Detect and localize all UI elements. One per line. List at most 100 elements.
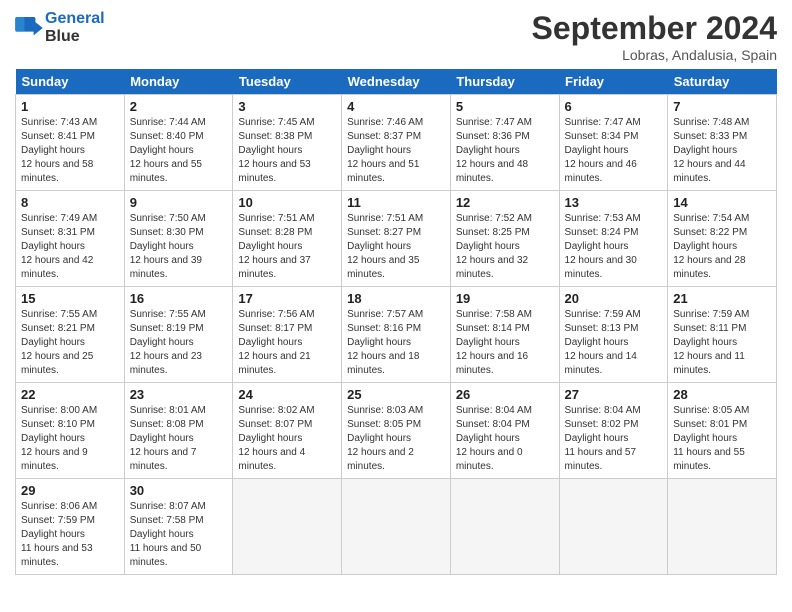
day-info: Sunrise: 7:51 AMSunset: 8:28 PMDaylight …: [238, 213, 314, 280]
day-number: 30: [130, 483, 228, 498]
day-cell-16: 16 Sunrise: 7:55 AMSunset: 8:19 PMDaylig…: [124, 287, 233, 383]
day-info: Sunrise: 8:05 AMSunset: 8:01 PMDaylight …: [673, 405, 749, 472]
day-info: Sunrise: 7:57 AMSunset: 8:16 PMDaylight …: [347, 309, 423, 376]
day-info: Sunrise: 8:00 AMSunset: 8:10 PMDaylight …: [21, 405, 97, 472]
empty-cell: [668, 479, 777, 575]
header: General Blue September 2024 Lobras, Anda…: [15, 10, 777, 63]
day-cell-22: 22 Sunrise: 8:00 AMSunset: 8:10 PMDaylig…: [16, 383, 125, 479]
day-cell-2: 2 Sunrise: 7:44 AMSunset: 8:40 PMDayligh…: [124, 95, 233, 191]
calendar-week-2: 8 Sunrise: 7:49 AMSunset: 8:31 PMDayligh…: [16, 191, 777, 287]
day-number: 1: [21, 99, 119, 114]
day-info: Sunrise: 7:46 AMSunset: 8:37 PMDaylight …: [347, 117, 423, 184]
day-number: 12: [456, 195, 554, 210]
day-number: 2: [130, 99, 228, 114]
location: Lobras, Andalusia, Spain: [532, 47, 777, 63]
day-cell-24: 24 Sunrise: 8:02 AMSunset: 8:07 PMDaylig…: [233, 383, 342, 479]
day-info: Sunrise: 7:47 AMSunset: 8:36 PMDaylight …: [456, 117, 532, 184]
day-number: 17: [238, 291, 336, 306]
day-number: 29: [21, 483, 119, 498]
day-cell-15: 15 Sunrise: 7:55 AMSunset: 8:21 PMDaylig…: [16, 287, 125, 383]
day-info: Sunrise: 8:06 AMSunset: 7:59 PMDaylight …: [21, 501, 97, 568]
day-number: 10: [238, 195, 336, 210]
day-info: Sunrise: 7:48 AMSunset: 8:33 PMDaylight …: [673, 117, 749, 184]
day-number: 26: [456, 387, 554, 402]
day-number: 18: [347, 291, 445, 306]
day-info: Sunrise: 7:45 AMSunset: 8:38 PMDaylight …: [238, 117, 314, 184]
col-header-sunday: Sunday: [16, 69, 125, 95]
empty-cell: [342, 479, 451, 575]
logo-icon: [15, 17, 43, 39]
day-cell-18: 18 Sunrise: 7:57 AMSunset: 8:16 PMDaylig…: [342, 287, 451, 383]
day-number: 25: [347, 387, 445, 402]
col-header-wednesday: Wednesday: [342, 69, 451, 95]
day-number: 9: [130, 195, 228, 210]
day-number: 4: [347, 99, 445, 114]
day-cell-13: 13 Sunrise: 7:53 AMSunset: 8:24 PMDaylig…: [559, 191, 668, 287]
day-cell-7: 7 Sunrise: 7:48 AMSunset: 8:33 PMDayligh…: [668, 95, 777, 191]
month-title: September 2024: [532, 10, 777, 47]
day-cell-12: 12 Sunrise: 7:52 AMSunset: 8:25 PMDaylig…: [450, 191, 559, 287]
calendar-week-4: 22 Sunrise: 8:00 AMSunset: 8:10 PMDaylig…: [16, 383, 777, 479]
day-number: 19: [456, 291, 554, 306]
day-cell-25: 25 Sunrise: 8:03 AMSunset: 8:05 PMDaylig…: [342, 383, 451, 479]
day-number: 7: [673, 99, 771, 114]
day-number: 3: [238, 99, 336, 114]
day-info: Sunrise: 7:51 AMSunset: 8:27 PMDaylight …: [347, 213, 423, 280]
day-number: 15: [21, 291, 119, 306]
day-cell-27: 27 Sunrise: 8:04 AMSunset: 8:02 PMDaylig…: [559, 383, 668, 479]
day-info: Sunrise: 7:44 AMSunset: 8:40 PMDaylight …: [130, 117, 206, 184]
day-info: Sunrise: 7:50 AMSunset: 8:30 PMDaylight …: [130, 213, 206, 280]
day-cell-10: 10 Sunrise: 7:51 AMSunset: 8:28 PMDaylig…: [233, 191, 342, 287]
day-info: Sunrise: 8:03 AMSunset: 8:05 PMDaylight …: [347, 405, 423, 472]
day-number: 21: [673, 291, 771, 306]
day-cell-1: 1 Sunrise: 7:43 AMSunset: 8:41 PMDayligh…: [16, 95, 125, 191]
day-number: 5: [456, 99, 554, 114]
day-number: 24: [238, 387, 336, 402]
day-cell-17: 17 Sunrise: 7:56 AMSunset: 8:17 PMDaylig…: [233, 287, 342, 383]
day-info: Sunrise: 7:53 AMSunset: 8:24 PMDaylight …: [565, 213, 641, 280]
col-header-friday: Friday: [559, 69, 668, 95]
day-cell-5: 5 Sunrise: 7:47 AMSunset: 8:36 PMDayligh…: [450, 95, 559, 191]
day-info: Sunrise: 8:04 AMSunset: 8:04 PMDaylight …: [456, 405, 532, 472]
day-number: 14: [673, 195, 771, 210]
day-cell-20: 20 Sunrise: 7:59 AMSunset: 8:13 PMDaylig…: [559, 287, 668, 383]
day-info: Sunrise: 8:07 AMSunset: 7:58 PMDaylight …: [130, 501, 206, 568]
empty-cell: [233, 479, 342, 575]
day-info: Sunrise: 7:58 AMSunset: 8:14 PMDaylight …: [456, 309, 532, 376]
day-cell-30: 30 Sunrise: 8:07 AMSunset: 7:58 PMDaylig…: [124, 479, 233, 575]
logo-line2: Blue: [45, 28, 80, 45]
calendar-header-row: SundayMondayTuesdayWednesdayThursdayFrid…: [16, 69, 777, 95]
title-block: September 2024 Lobras, Andalusia, Spain: [532, 10, 777, 63]
day-number: 11: [347, 195, 445, 210]
col-header-saturday: Saturday: [668, 69, 777, 95]
day-cell-11: 11 Sunrise: 7:51 AMSunset: 8:27 PMDaylig…: [342, 191, 451, 287]
calendar-week-3: 15 Sunrise: 7:55 AMSunset: 8:21 PMDaylig…: [16, 287, 777, 383]
col-header-monday: Monday: [124, 69, 233, 95]
day-cell-14: 14 Sunrise: 7:54 AMSunset: 8:22 PMDaylig…: [668, 191, 777, 287]
day-cell-3: 3 Sunrise: 7:45 AMSunset: 8:38 PMDayligh…: [233, 95, 342, 191]
day-info: Sunrise: 7:59 AMSunset: 8:13 PMDaylight …: [565, 309, 641, 376]
calendar-week-5: 29 Sunrise: 8:06 AMSunset: 7:59 PMDaylig…: [16, 479, 777, 575]
day-info: Sunrise: 7:59 AMSunset: 8:11 PMDaylight …: [673, 309, 749, 376]
day-number: 16: [130, 291, 228, 306]
day-cell-4: 4 Sunrise: 7:46 AMSunset: 8:37 PMDayligh…: [342, 95, 451, 191]
col-header-tuesday: Tuesday: [233, 69, 342, 95]
col-header-thursday: Thursday: [450, 69, 559, 95]
logo-line1: General: [45, 10, 105, 27]
day-cell-29: 29 Sunrise: 8:06 AMSunset: 7:59 PMDaylig…: [16, 479, 125, 575]
day-number: 28: [673, 387, 771, 402]
day-info: Sunrise: 7:47 AMSunset: 8:34 PMDaylight …: [565, 117, 641, 184]
day-info: Sunrise: 7:55 AMSunset: 8:21 PMDaylight …: [21, 309, 97, 376]
day-info: Sunrise: 7:43 AMSunset: 8:41 PMDaylight …: [21, 117, 97, 184]
calendar-week-1: 1 Sunrise: 7:43 AMSunset: 8:41 PMDayligh…: [16, 95, 777, 191]
logo-text: General Blue: [45, 10, 105, 45]
empty-cell: [559, 479, 668, 575]
day-number: 27: [565, 387, 663, 402]
day-info: Sunrise: 8:01 AMSunset: 8:08 PMDaylight …: [130, 405, 206, 472]
page-container: General Blue September 2024 Lobras, Anda…: [0, 0, 792, 585]
day-info: Sunrise: 7:55 AMSunset: 8:19 PMDaylight …: [130, 309, 206, 376]
day-cell-8: 8 Sunrise: 7:49 AMSunset: 8:31 PMDayligh…: [16, 191, 125, 287]
day-info: Sunrise: 7:49 AMSunset: 8:31 PMDaylight …: [21, 213, 97, 280]
day-info: Sunrise: 8:02 AMSunset: 8:07 PMDaylight …: [238, 405, 314, 472]
day-number: 22: [21, 387, 119, 402]
